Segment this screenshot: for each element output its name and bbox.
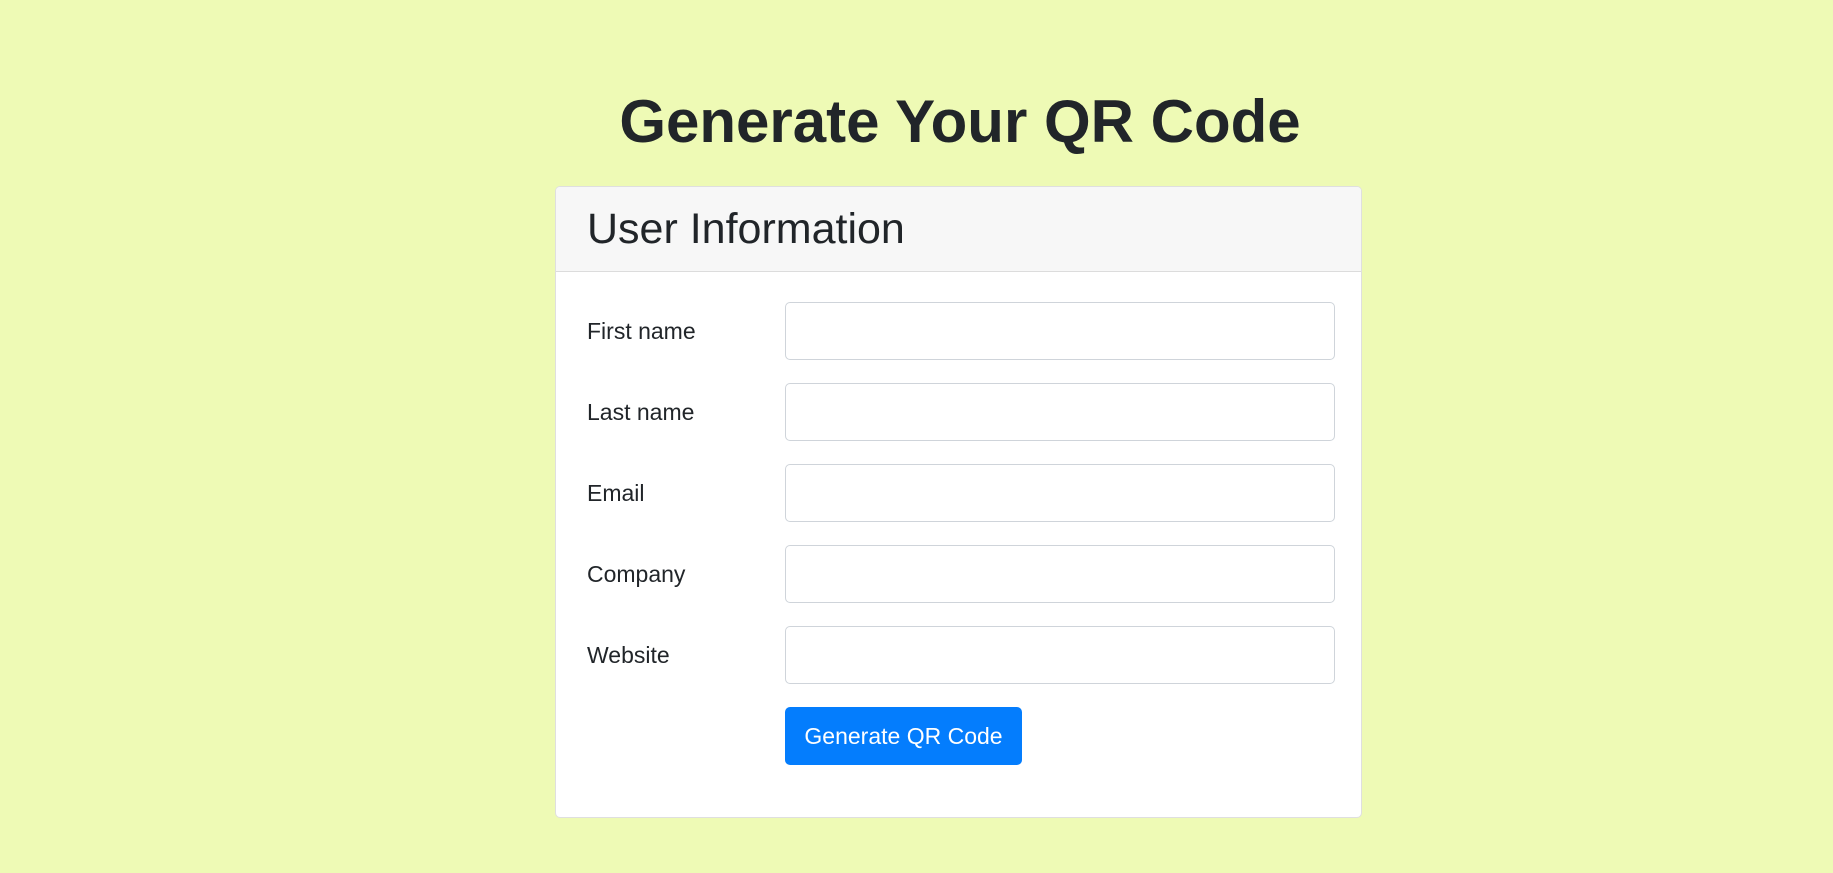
first-name-label: First name (587, 318, 696, 344)
company-input[interactable] (785, 545, 1335, 603)
last-name-label: Last name (587, 399, 695, 425)
email-label: Email (587, 480, 645, 506)
website-input[interactable] (785, 626, 1335, 684)
website-row: Website (587, 626, 1335, 684)
email-row: Email (587, 464, 1335, 522)
company-row: Company (587, 545, 1335, 603)
email-input[interactable] (785, 464, 1335, 522)
card-header: User Information (556, 187, 1361, 272)
first-name-input[interactable] (785, 302, 1335, 360)
card-title: User Information (587, 204, 905, 253)
company-label: Company (587, 561, 686, 587)
page-title: Generate Your QR Code (619, 88, 1301, 155)
website-label: Website (587, 642, 670, 668)
user-information-card: User Information First name Last name Em… (555, 186, 1362, 818)
last-name-row: Last name (587, 383, 1335, 441)
last-name-input[interactable] (785, 383, 1335, 441)
generate-qr-code-button[interactable]: Generate QR Code (785, 707, 1022, 765)
first-name-row: First name (587, 302, 1335, 360)
